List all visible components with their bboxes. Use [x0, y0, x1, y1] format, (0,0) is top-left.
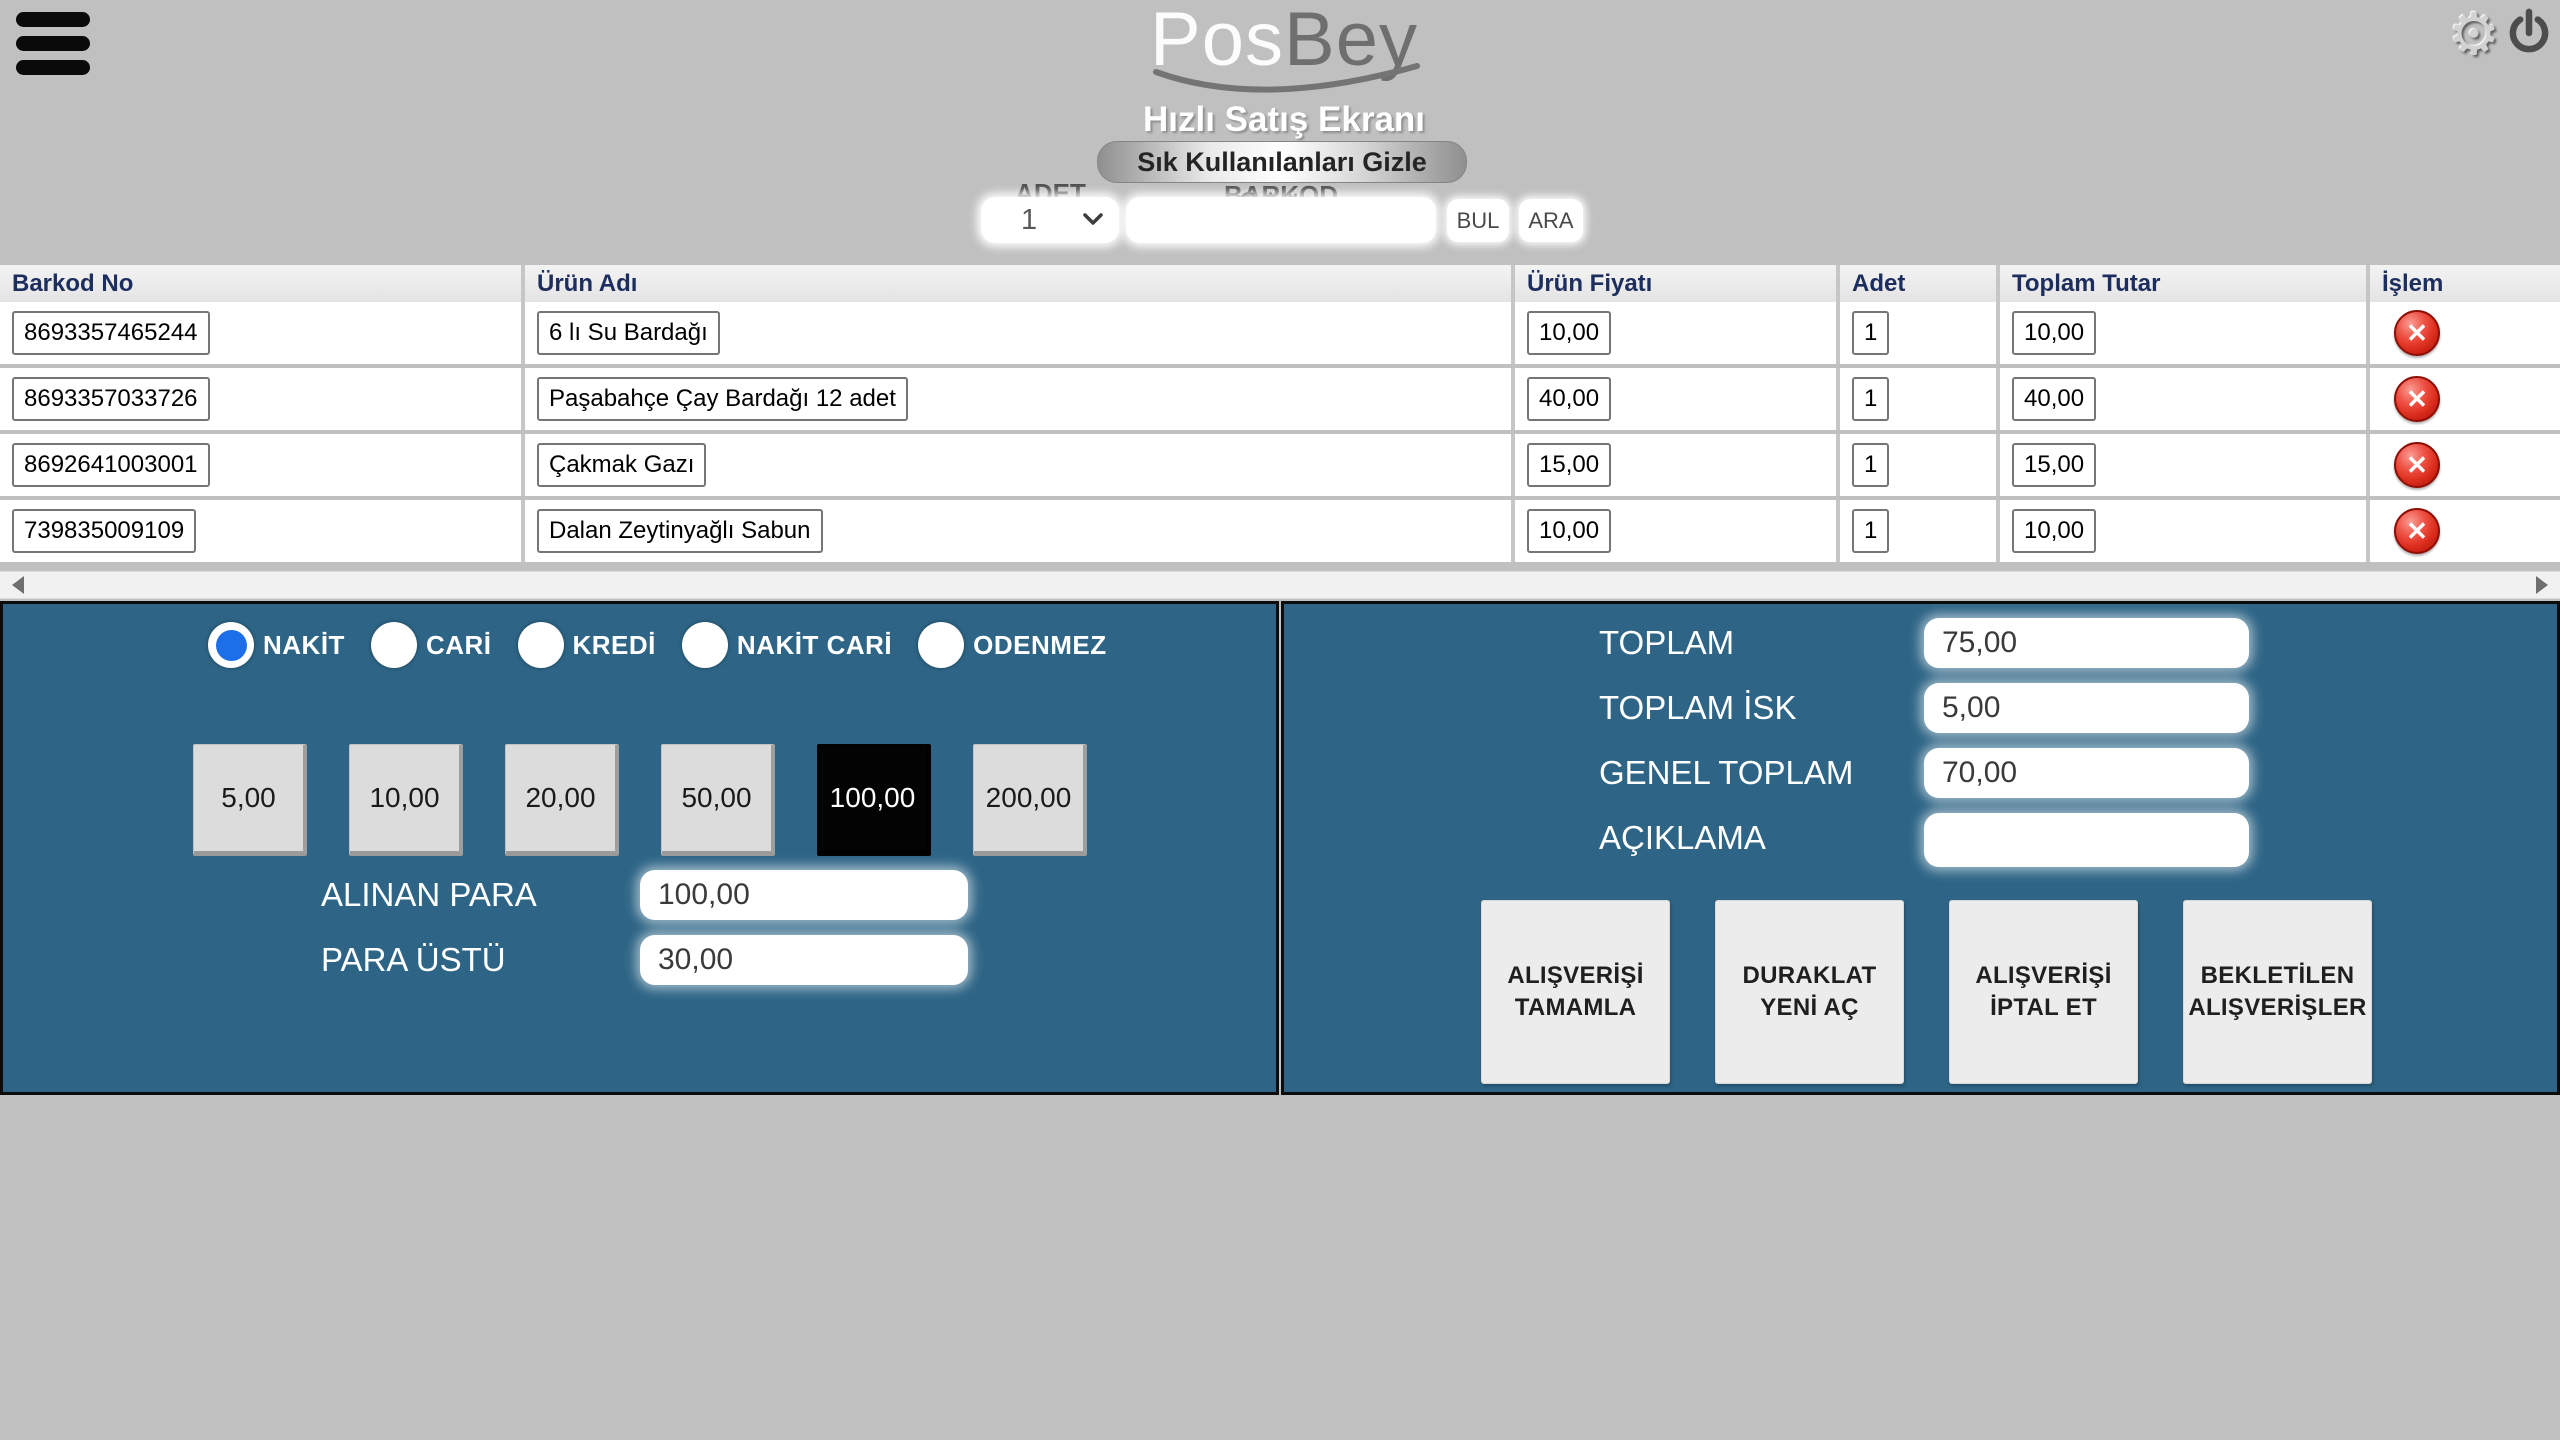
- genel-toplam-label: GENEL TOPLAM: [1599, 748, 1853, 798]
- summary-panel: TOPLAM 75,00 TOPLAM İSK 5,00 GENEL TOPLA…: [1281, 601, 2560, 1095]
- horizontal-scrollbar[interactable]: [0, 571, 2560, 599]
- radio-nakit[interactable]: NAKİT: [208, 622, 345, 668]
- radio-icon: [682, 622, 728, 668]
- qty-field[interactable]: 1: [1852, 311, 1889, 355]
- barcode-field[interactable]: 8692641003001: [12, 443, 210, 487]
- scroll-right-icon[interactable]: [2536, 576, 2548, 594]
- page-title: Hızlı Satış Ekranı: [1034, 100, 1534, 140]
- delete-row-icon[interactable]: ✕: [2394, 442, 2440, 488]
- power-icon[interactable]: [2506, 8, 2552, 58]
- delete-row-icon[interactable]: ✕: [2394, 376, 2440, 422]
- total-field[interactable]: 10,00: [2012, 509, 2096, 553]
- settings-gear-icon[interactable]: ⚙: [2448, 0, 2500, 68]
- radio-icon: [918, 622, 964, 668]
- cancel-sale-button[interactable]: ALIŞVERİŞİ İPTAL ET: [1949, 900, 2138, 1084]
- table-row: 8693357033726 Paşabahçe Çay Bardağı 12 a…: [0, 368, 2560, 430]
- price-field[interactable]: 10,00: [1527, 311, 1611, 355]
- held-sales-button[interactable]: BEKLETİLEN ALIŞVERİŞLER: [2183, 900, 2372, 1084]
- favorites-toggle-button[interactable]: Sık Kullanılanları Gizle Göster: [1097, 141, 1467, 183]
- aciklama-textarea[interactable]: [1924, 813, 2249, 867]
- total-field[interactable]: 40,00: [2012, 377, 2096, 421]
- column-header-urun-adi: Ürün Adı: [525, 265, 1515, 302]
- payment-panel: NAKİT CARİ KREDİ NAKİT CARİ ODENMEZ 5,00…: [0, 601, 1279, 1095]
- toplam-label: TOPLAM: [1599, 618, 1734, 668]
- logo-swoosh-icon: [1152, 58, 1422, 103]
- radio-icon: [371, 622, 417, 668]
- qty-field[interactable]: 1: [1852, 509, 1889, 553]
- column-header-urun-fiyati: Ürün Fiyatı: [1515, 265, 1840, 302]
- barcode-field[interactable]: 8693357033726: [12, 377, 210, 421]
- product-name-field[interactable]: 6 lı Su Bardağı: [537, 311, 720, 355]
- barcode-field[interactable]: 8693357465244: [12, 311, 210, 355]
- toplam-isk-label: TOPLAM İSK: [1599, 683, 1796, 733]
- adet-select-value: 1: [1021, 204, 1037, 237]
- table-row: 739835009109 Dalan Zeytinyağlı Sabun 10,…: [0, 500, 2560, 562]
- para-ustu-label: PARA ÜSTÜ: [321, 935, 506, 985]
- radio-icon: [208, 622, 254, 668]
- genel-toplam-input[interactable]: 70,00: [1924, 748, 2249, 798]
- denomination-button-10[interactable]: 10,00: [349, 744, 463, 856]
- sale-items-table: Barkod No Ürün Adı Ürün Fiyatı Adet Topl…: [0, 265, 2560, 566]
- column-header-toplam-tutar: Toplam Tutar: [2000, 265, 2370, 302]
- table-row: 8693357465244 6 lı Su Bardağı 10,00 1 10…: [0, 302, 2560, 364]
- column-header-adet: Adet: [1840, 265, 2000, 302]
- price-field[interactable]: 40,00: [1527, 377, 1611, 421]
- radio-icon: [518, 622, 564, 668]
- quick-sale-screen: PosBey Hızlı Satış Ekranı Sık Kullanılan…: [0, 0, 2560, 1440]
- table-row: 8692641003001 Çakmak Gazı 15,00 1 15,00 …: [0, 434, 2560, 496]
- alinan-para-input[interactable]: 100,00: [640, 870, 968, 920]
- bul-button[interactable]: BUL: [1447, 199, 1509, 242]
- adet-select[interactable]: 1: [981, 197, 1119, 243]
- payment-method-group: NAKİT CARİ KREDİ NAKİT CARİ ODENMEZ: [208, 622, 1107, 668]
- radio-nakit-cari[interactable]: NAKİT CARİ: [682, 622, 892, 668]
- denomination-button-100[interactable]: 100,00: [817, 744, 931, 856]
- product-name-field[interactable]: Dalan Zeytinyağlı Sabun: [537, 509, 823, 553]
- product-name-field[interactable]: Çakmak Gazı: [537, 443, 706, 487]
- column-header-islem: İşlem: [2370, 265, 2560, 302]
- product-name-field[interactable]: Paşabahçe Çay Bardağı 12 adet: [537, 377, 908, 421]
- radio-kredi[interactable]: KREDİ: [518, 622, 656, 668]
- qty-field[interactable]: 1: [1852, 443, 1889, 487]
- action-button-group: ALIŞVERİŞİ TAMAMLA DURAKLAT YENİ AÇ ALIŞ…: [1481, 900, 2372, 1084]
- ara-button[interactable]: ARA: [1519, 199, 1583, 242]
- total-field[interactable]: 15,00: [2012, 443, 2096, 487]
- delete-row-icon[interactable]: ✕: [2394, 508, 2440, 554]
- radio-odenmez[interactable]: ODENMEZ: [918, 622, 1107, 668]
- denomination-group: 5,00 10,00 20,00 50,00 100,00 200,00: [193, 744, 1087, 856]
- table-header-row: Barkod No Ürün Adı Ürün Fiyatı Adet Topl…: [0, 265, 2560, 302]
- alinan-para-label: ALINAN PARA: [321, 870, 537, 920]
- delete-row-icon[interactable]: ✕: [2394, 310, 2440, 356]
- chevron-down-icon: [1083, 213, 1103, 226]
- radio-cari[interactable]: CARİ: [371, 622, 492, 668]
- denomination-button-200[interactable]: 200,00: [973, 744, 1087, 856]
- aciklama-label: AÇIKLAMA: [1599, 813, 1766, 863]
- scroll-left-icon[interactable]: [12, 576, 24, 594]
- complete-sale-button[interactable]: ALIŞVERİŞİ TAMAMLA: [1481, 900, 1670, 1084]
- price-field[interactable]: 10,00: [1527, 509, 1611, 553]
- toplam-isk-input[interactable]: 5,00: [1924, 683, 2249, 733]
- total-field[interactable]: 10,00: [2012, 311, 2096, 355]
- barkod-input[interactable]: [1126, 197, 1436, 243]
- toplam-input[interactable]: 75,00: [1924, 618, 2249, 668]
- denomination-button-5[interactable]: 5,00: [193, 744, 307, 856]
- barcode-field[interactable]: 739835009109: [12, 509, 196, 553]
- column-header-barkod-no: Barkod No: [0, 265, 525, 302]
- pause-open-new-button[interactable]: DURAKLAT YENİ AÇ: [1715, 900, 1904, 1084]
- qty-field[interactable]: 1: [1852, 377, 1889, 421]
- denomination-button-20[interactable]: 20,00: [505, 744, 619, 856]
- price-field[interactable]: 15,00: [1527, 443, 1611, 487]
- para-ustu-input[interactable]: 30,00: [640, 935, 968, 985]
- menu-icon[interactable]: [16, 12, 94, 82]
- denomination-button-50[interactable]: 50,00: [661, 744, 775, 856]
